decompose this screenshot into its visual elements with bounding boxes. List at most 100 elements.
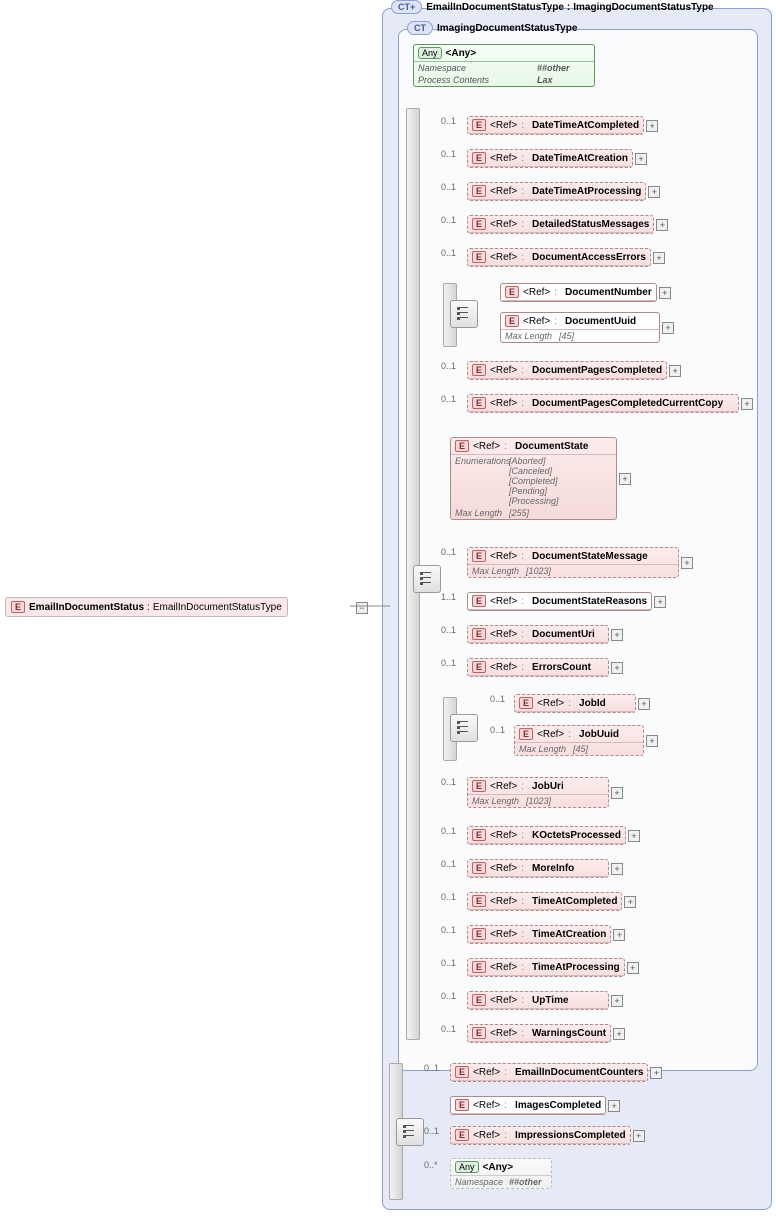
- ref-datetime-completed[interactable]: E<Ref>:DateTimeAtCompleted +: [467, 116, 658, 135]
- ref-uptime[interactable]: E<Ref>:UpTime +: [467, 991, 623, 1010]
- ref-time-creation[interactable]: E<Ref>:TimeAtCreation +: [467, 925, 625, 944]
- any-title: <Any>: [446, 48, 477, 59]
- sequence-icon[interactable]: [413, 565, 441, 593]
- choice-icon[interactable]: [450, 300, 478, 328]
- element-name: EmailInDocumentStatus: [29, 602, 144, 613]
- occurs: 0..1: [441, 361, 456, 371]
- expand-icon[interactable]: +: [624, 896, 636, 908]
- ref-datetime-processing[interactable]: E<Ref>:DateTimeAtProcessing +: [467, 182, 660, 201]
- occurs: 0..1: [441, 394, 456, 404]
- occurs: 0..1: [441, 991, 456, 1001]
- occurs: 0..1: [441, 925, 456, 935]
- sequence-icon[interactable]: [396, 1118, 424, 1146]
- any-badge: Any: [455, 1161, 479, 1173]
- ref-access-errors[interactable]: E<Ref>:DocumentAccessErrors +: [467, 248, 665, 267]
- expand-icon[interactable]: +: [681, 557, 693, 569]
- ref-time-processing[interactable]: E<Ref>:TimeAtProcessing +: [467, 958, 639, 977]
- ref-datetime-creation[interactable]: E<Ref>:DateTimeAtCreation +: [467, 149, 647, 168]
- ref-more-info[interactable]: E<Ref>:MoreInfo +: [467, 859, 623, 878]
- expand-icon[interactable]: +: [611, 787, 623, 799]
- expand-icon[interactable]: +: [669, 365, 681, 377]
- expand-icon[interactable]: +: [608, 1100, 620, 1112]
- ref-state-message[interactable]: E<Ref>:DocumentStateMessage Max Length[1…: [467, 547, 693, 578]
- ref-document-uri[interactable]: E<Ref>:DocumentUri +: [467, 625, 623, 644]
- ref-time-completed[interactable]: E<Ref>:TimeAtCompleted +: [467, 892, 636, 911]
- ct-extension-badge: CT+: [391, 0, 422, 14]
- expand-icon[interactable]: +: [611, 629, 623, 641]
- expand-icon[interactable]: +: [659, 287, 671, 299]
- root-element[interactable]: E EmailInDocumentStatus : EmailInDocumen…: [5, 597, 288, 617]
- expand-icon[interactable]: +: [611, 995, 623, 1007]
- occurs: 0..1: [441, 116, 456, 126]
- element-type: EmailInDocumentStatusType: [153, 602, 282, 613]
- ref-warnings-count[interactable]: E<Ref>:WarningsCount +: [467, 1024, 625, 1043]
- ref-email-counters[interactable]: E<Ref>:EmailInDocumentCounters +: [450, 1063, 662, 1082]
- ref-document-number[interactable]: E<Ref>:DocumentNumber +: [500, 283, 671, 302]
- occurs: 1..1: [441, 592, 456, 602]
- expand-icon[interactable]: +: [646, 120, 658, 132]
- expand-icon[interactable]: +: [633, 1130, 645, 1142]
- ct-title: ImagingDocumentStatusType: [437, 23, 577, 34]
- occurs: 0..1: [441, 248, 456, 258]
- occurs: 0..1: [441, 215, 456, 225]
- choice-icon[interactable]: [450, 714, 478, 742]
- any-wildcard: Any <Any> Namespace##other Process Conte…: [413, 44, 595, 87]
- ref-state-reasons[interactable]: E<Ref>:DocumentStateReasons +: [467, 592, 666, 611]
- occurs: 0..1: [490, 694, 505, 704]
- collapse-icon[interactable]: −: [356, 602, 368, 614]
- expand-icon[interactable]: +: [648, 186, 660, 198]
- expand-icon[interactable]: +: [611, 863, 623, 875]
- any-properties: Namespace##other Process ContentsLax: [414, 62, 594, 86]
- expand-icon[interactable]: +: [611, 662, 623, 674]
- expand-icon[interactable]: +: [628, 830, 640, 842]
- any-title: <Any>: [483, 1162, 514, 1173]
- occurs: 0..1: [441, 182, 456, 192]
- ref-job-uuid[interactable]: E<Ref>:JobUuid Max Length[45] +: [514, 725, 658, 756]
- expand-icon[interactable]: +: [627, 962, 639, 974]
- ref-document-state[interactable]: E<Ref>:DocumentState Enumerations [Abort…: [450, 437, 631, 520]
- ct-title: EmailInDocumentStatusType:ImagingDocumen…: [426, 2, 713, 13]
- occurs: 0..1: [441, 658, 456, 668]
- occurs: 0..1: [424, 1063, 439, 1073]
- expand-icon[interactable]: +: [635, 153, 647, 165]
- ref-images-completed[interactable]: E<Ref>:ImagesCompleted +: [450, 1096, 620, 1115]
- ref-pages-completed-copy[interactable]: E<Ref>:DocumentPagesCompletedCurrentCopy…: [467, 394, 753, 413]
- occurs: 0..1: [490, 725, 505, 735]
- occurs: 0..1: [441, 892, 456, 902]
- ref-koctets-processed[interactable]: E<Ref>:KOctetsProcessed +: [467, 826, 640, 845]
- occurs: 0..1: [441, 1024, 456, 1034]
- expand-icon[interactable]: +: [638, 698, 650, 710]
- element-badge: E: [11, 601, 25, 613]
- ref-document-uuid[interactable]: E<Ref>:DocumentUuid Max Length[45] +: [500, 312, 674, 343]
- expand-icon[interactable]: +: [654, 596, 666, 608]
- ref-job-uri[interactable]: E<Ref>:JobUri Max Length[1023] +: [467, 777, 623, 808]
- expand-icon[interactable]: +: [653, 252, 665, 264]
- occurs: 0..1: [441, 958, 456, 968]
- any-badge: Any: [418, 47, 442, 59]
- ct-badge: CT: [407, 21, 433, 35]
- expand-icon[interactable]: +: [741, 398, 753, 410]
- expand-icon[interactable]: +: [650, 1067, 662, 1079]
- ref-job-id[interactable]: E<Ref>:JobId +: [514, 694, 650, 713]
- expand-icon[interactable]: +: [619, 473, 631, 485]
- ref-impressions-completed[interactable]: E<Ref>:ImpressionsCompleted +: [450, 1126, 645, 1145]
- ct-header: CT ImagingDocumentStatusType: [407, 19, 577, 37]
- occurs: 0..1: [441, 149, 456, 159]
- occurs: 0..*: [424, 1160, 438, 1170]
- ref-errors-count[interactable]: E<Ref>:ErrorsCount +: [467, 658, 623, 677]
- expand-icon[interactable]: +: [656, 219, 668, 231]
- ct-header: CT+ EmailInDocumentStatusType:ImagingDoc…: [391, 0, 714, 16]
- occurs: 0..1: [441, 826, 456, 836]
- expand-icon[interactable]: +: [613, 929, 625, 941]
- any-wildcard-extension: Any<Any> Namespace##other: [450, 1158, 552, 1189]
- ref-pages-completed[interactable]: E<Ref>:DocumentPagesCompleted +: [467, 361, 681, 380]
- expand-icon[interactable]: +: [613, 1028, 625, 1040]
- expand-icon[interactable]: +: [662, 322, 674, 334]
- occurs: 0..1: [424, 1126, 439, 1136]
- ref-detailed-messages[interactable]: E<Ref>:DetailedStatusMessages +: [467, 215, 668, 234]
- occurs: 0..1: [441, 547, 456, 557]
- occurs: 0..1: [441, 777, 456, 787]
- occurs: 0..1: [441, 625, 456, 635]
- expand-icon[interactable]: +: [646, 735, 658, 747]
- occurs: 0..1: [441, 859, 456, 869]
